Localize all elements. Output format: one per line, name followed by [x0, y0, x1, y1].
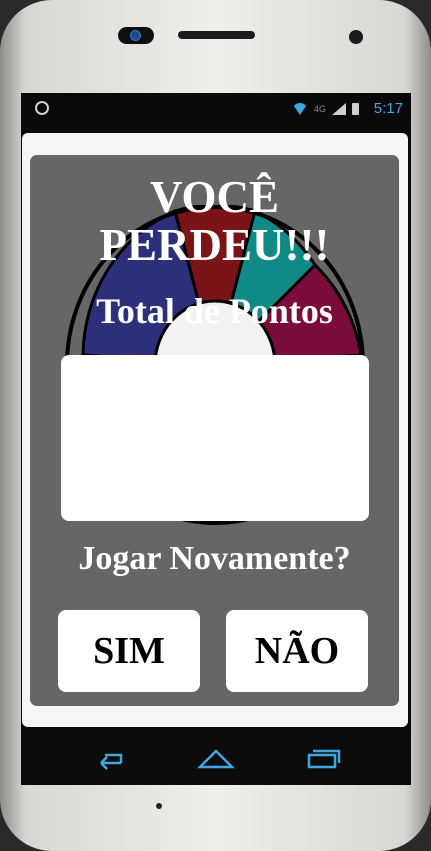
- home-icon[interactable]: [196, 743, 236, 773]
- motorola-icon: [35, 101, 49, 115]
- microphone-hole: [156, 803, 162, 809]
- status-icons: 4G: [291, 103, 359, 115]
- proximity-sensor: [349, 30, 363, 44]
- game-over-title: VOCÊ PERDEU!!!: [99, 172, 330, 270]
- play-again-question: Jogar Novamente?: [78, 540, 351, 577]
- status-time: 5:17: [373, 100, 403, 117]
- yes-button[interactable]: SIM: [58, 610, 200, 692]
- signal-icon: [332, 103, 346, 115]
- dialog-frame: VOCÊ PERDEU!!! Total de Pontos Jogar Nov…: [22, 133, 408, 727]
- game-over-dialog: VOCÊ PERDEU!!! Total de Pontos Jogar Nov…: [30, 155, 399, 706]
- total-points-label: Total de Pontos: [96, 291, 333, 331]
- camera-lens: [131, 31, 140, 40]
- screen: 4G 5:17 VOCÊ PERDEU!!! Total de Pontos J…: [21, 93, 411, 785]
- status-bar: 4G 5:17: [21, 93, 411, 127]
- speaker-grille: [178, 31, 255, 39]
- network-type: 4G: [313, 104, 326, 114]
- recent-apps-icon[interactable]: [303, 743, 343, 773]
- navigation-bar: [21, 733, 411, 785]
- wifi-icon: [291, 103, 308, 115]
- score-display: [61, 355, 369, 521]
- no-button[interactable]: NÃO: [226, 610, 368, 692]
- camera-icon: [118, 27, 154, 44]
- back-icon[interactable]: [89, 743, 129, 773]
- battery-icon: [352, 103, 359, 115]
- phone-frame: 4G 5:17 VOCÊ PERDEU!!! Total de Pontos J…: [0, 0, 431, 851]
